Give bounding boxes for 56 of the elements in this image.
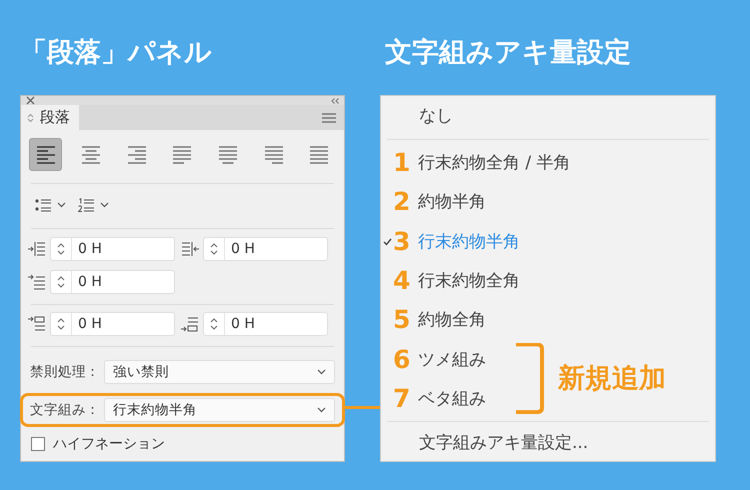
align-justify-all-icon <box>309 144 330 165</box>
menu-item[interactable]: 行末約物全角 / 半角 <box>418 151 571 174</box>
align-left-icon <box>36 144 56 165</box>
checkbox-label: ハイフネーション <box>53 435 165 454</box>
align-right-icon <box>126 144 147 165</box>
chevron-down-icon <box>317 407 326 414</box>
menu-item[interactable]: なし <box>381 96 715 136</box>
number-label: 4 <box>393 266 412 295</box>
align-justify-center-icon <box>218 144 238 165</box>
dropdown-select[interactable]: 強い禁則 <box>104 360 335 384</box>
spacing-field[interactable]: 0 H <box>50 312 175 336</box>
indent-field[interactable]: 0 H <box>50 236 175 261</box>
indent-field[interactable]: 0 H <box>203 236 328 261</box>
menu-item[interactable]: 文字組みアキ量設定... <box>381 424 715 461</box>
chevron-down-icon[interactable] <box>57 202 66 208</box>
align-center-icon <box>81 144 102 165</box>
panel-heading: 「段落」パネル <box>20 36 213 70</box>
number-label: 3 <box>393 226 412 256</box>
close-icon[interactable] <box>26 96 35 106</box>
number-label: 2 <box>393 187 412 216</box>
align-left-button[interactable] <box>29 138 62 172</box>
annotation-label: 新規追加 <box>558 362 666 396</box>
menu-item[interactable]: ベタ組み <box>418 386 486 410</box>
bracket-mark <box>514 343 544 414</box>
checkmark-icon <box>383 238 392 246</box>
chevron-down-icon <box>317 369 326 376</box>
number-label: 1 <box>393 148 412 178</box>
align-justify-left-icon <box>172 144 192 165</box>
checkbox[interactable] <box>31 437 45 452</box>
menu-item[interactable]: 約物半角 <box>418 190 486 214</box>
space-after-icon <box>181 316 199 332</box>
chevron-down-icon[interactable] <box>100 202 109 208</box>
numbered-list-icon[interactable] <box>78 198 94 212</box>
indent-field[interactable]: 0 H <box>50 270 175 294</box>
number-label: 5 <box>393 305 412 334</box>
menu-item[interactable]: 約物全角 <box>418 308 486 332</box>
spacing-field[interactable]: 0 H <box>203 312 328 336</box>
align-justify-right-icon <box>264 144 284 165</box>
space-before-icon <box>28 316 46 332</box>
menu-icon[interactable] <box>322 112 336 123</box>
number-label: 6 <box>393 344 412 374</box>
panel-tab[interactable]: 段落 <box>21 105 79 130</box>
collapse-icon[interactable] <box>331 98 339 104</box>
right-indent-icon <box>181 240 199 257</box>
tab-label: 段落 <box>40 108 70 128</box>
left-indent-icon <box>28 240 46 257</box>
first-line-indent-icon <box>28 274 46 290</box>
dropdown-select[interactable]: 行末約物半角 <box>104 398 335 422</box>
number-label: 7 <box>393 384 412 413</box>
select-label: 文字組み : <box>30 401 96 420</box>
menu-item[interactable]: ツメ組み <box>418 348 486 371</box>
select-label: 禁則処理 : <box>30 363 96 382</box>
bullet-list-icon[interactable] <box>35 198 51 212</box>
menu-heading: 文字組みアキ量設定 <box>384 36 632 70</box>
up-down-icon <box>27 112 34 123</box>
menu-item[interactable]: 行末約物全角 <box>418 268 520 292</box>
